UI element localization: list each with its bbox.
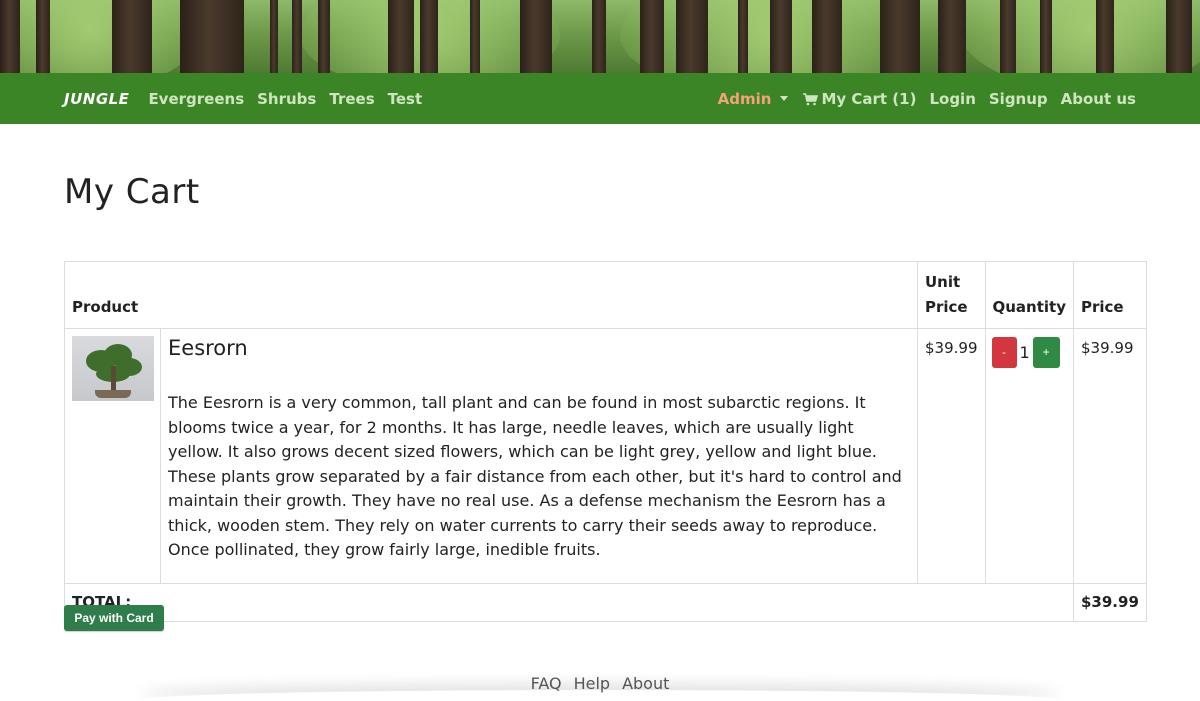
- tree-trunk: [1000, 0, 1016, 73]
- cart-table: Product Unit Price Quantity Price Eesror…: [64, 261, 1147, 622]
- nav-cart-label: My Cart (1): [821, 89, 917, 108]
- product-description: The Eesrorn is a very common, tall plant…: [168, 393, 902, 559]
- tree-trunk: [738, 0, 748, 73]
- tree-trunk: [640, 0, 664, 73]
- page-title: My Cart: [64, 172, 200, 212]
- footer: FAQ Help About: [0, 674, 1200, 693]
- increase-quantity-button[interactable]: +: [1032, 337, 1060, 368]
- table-header-row: Product Unit Price Quantity Price: [64, 261, 1147, 329]
- tree-trunk: [292, 0, 302, 73]
- tree-trunk: [880, 0, 920, 73]
- tree-trunk: [180, 0, 244, 73]
- hero-banner: [0, 0, 1200, 73]
- tree-trunk: [1096, 0, 1114, 73]
- bonsai-trunk: [111, 366, 116, 392]
- brand-logo[interactable]: JUNGLE: [64, 90, 129, 108]
- tree-trunk: [318, 0, 330, 73]
- tree-trunk: [36, 0, 50, 73]
- decrease-quantity-button[interactable]: -: [991, 337, 1017, 368]
- tree-trunk: [812, 0, 842, 73]
- tree-trunk: [592, 0, 606, 73]
- cart-icon: [803, 92, 819, 105]
- total-label: TOTAL:: [64, 582, 1074, 622]
- tree-trunk: [270, 0, 278, 73]
- tree-trunk: [112, 0, 152, 73]
- nav-trees[interactable]: Trees: [329, 90, 374, 108]
- product-name: Eesrorn: [168, 336, 248, 360]
- nav-right: Admin My Cart (1) Login Signup About us: [718, 90, 1136, 108]
- tree-trunk: [938, 0, 966, 73]
- tree-trunk: [676, 0, 708, 73]
- product-image: [72, 336, 154, 401]
- bonsai-pot: [95, 390, 131, 398]
- total-value: $39.99: [1073, 582, 1147, 622]
- tree-trunk: [388, 0, 414, 73]
- nav-signup[interactable]: Signup: [989, 90, 1048, 108]
- quantity-cell: - 1 +: [984, 328, 1074, 584]
- price-cell: $39.99: [1073, 328, 1147, 584]
- nav-evergreens[interactable]: Evergreens: [148, 90, 244, 108]
- footer-about-link[interactable]: About: [622, 674, 669, 693]
- tree-trunk: [0, 0, 20, 73]
- table-row: Eesrorn The Eesrorn is a very common, ta…: [64, 328, 1147, 584]
- nav-cart[interactable]: My Cart (1): [803, 90, 916, 108]
- nav-test[interactable]: Test: [388, 90, 423, 108]
- product-cell: Eesrorn The Eesrorn is a very common, ta…: [64, 328, 918, 584]
- admin-label: Admin: [717, 89, 772, 108]
- quantity-value: 1: [1019, 343, 1030, 362]
- header-price: Price: [1073, 261, 1147, 329]
- pay-with-card-button[interactable]: Pay with Card: [64, 605, 164, 631]
- tree-trunk: [770, 0, 792, 73]
- header-quantity: Quantity: [984, 261, 1074, 329]
- nav-about-us[interactable]: About us: [1061, 90, 1136, 108]
- tree-trunk: [520, 0, 552, 73]
- header-product: Product: [64, 261, 918, 329]
- foliage: [0, 0, 200, 73]
- total-row: TOTAL: $39.99: [64, 582, 1147, 622]
- tree-trunk: [1166, 0, 1192, 73]
- product-thumbnail-cell: [65, 329, 161, 583]
- nav-shrubs[interactable]: Shrubs: [257, 90, 316, 108]
- footer-help-link[interactable]: Help: [574, 674, 610, 693]
- tree-trunk: [470, 0, 480, 73]
- caret-down-icon: [780, 96, 789, 101]
- nav-login[interactable]: Login: [929, 90, 975, 108]
- header-unit-price: Unit Price: [917, 261, 986, 329]
- tree-trunk: [420, 0, 438, 73]
- admin-dropdown[interactable]: Admin: [718, 90, 791, 108]
- foliage: [960, 0, 1200, 73]
- navbar: JUNGLE Evergreens Shrubs Trees Test Admi…: [0, 73, 1200, 124]
- unit-price-cell: $39.99: [917, 328, 986, 584]
- tree-trunk: [1040, 0, 1052, 73]
- footer-faq-link[interactable]: FAQ: [531, 674, 562, 693]
